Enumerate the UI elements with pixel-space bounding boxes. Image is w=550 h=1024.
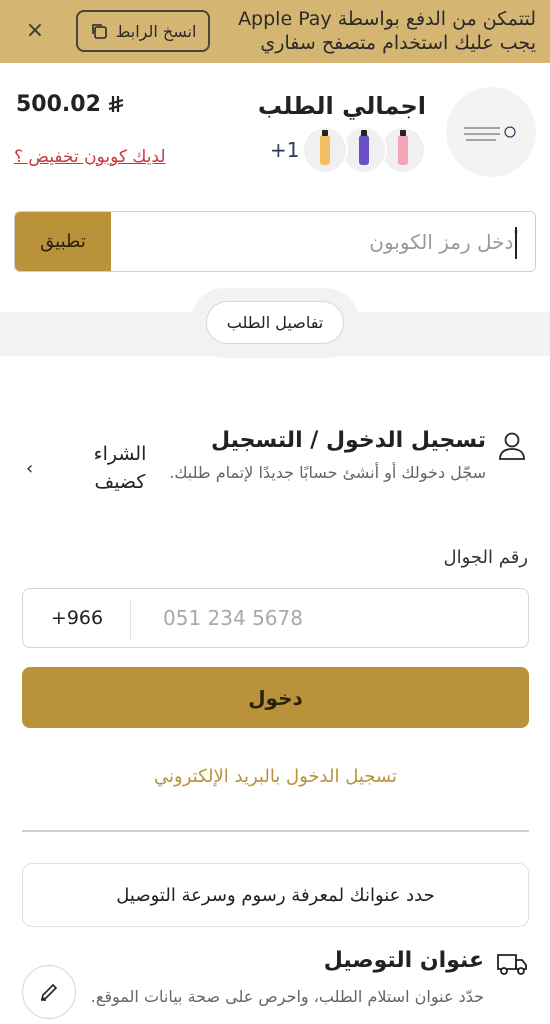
divider-line <box>22 830 529 832</box>
order-details-button[interactable]: تفاصيل الطلب <box>206 301 344 344</box>
coupon-input[interactable] <box>111 212 535 271</box>
guest-checkout-link[interactable]: الشراء كضيف <box>80 440 160 496</box>
perfume-bottle-icon <box>359 130 369 165</box>
login-description: سجّل دخولك أو أنشئ حسابًا جديدًا لإتمام … <box>169 463 486 482</box>
product-thumb <box>302 126 348 174</box>
more-items-count: +1 <box>270 138 300 162</box>
country-code-selector[interactable]: +966 <box>23 589 131 647</box>
phone-label: رقم الجوال <box>443 547 528 568</box>
coupon-toggle-link[interactable]: لديك كوبون تخفيض ؟ <box>14 147 166 167</box>
copy-link-button[interactable]: انسخ الرابط <box>76 10 210 52</box>
order-total-title: اجمالي الطلب <box>257 92 426 120</box>
store-logo <box>446 87 536 177</box>
delivery-title: عنوان التوصيل <box>323 948 484 973</box>
edit-address-button[interactable] <box>22 965 76 1019</box>
coupon-field: تطبيق <box>14 211 536 272</box>
email-login-link[interactable]: تسجيل الدخول بالبريد الإلكتروني <box>22 766 529 787</box>
field-separator <box>130 599 131 639</box>
phone-input[interactable] <box>163 589 518 647</box>
select-address-button[interactable]: حدد عنوانك لمعرفة رسوم وسرعة التوصيل <box>22 863 529 927</box>
riyal-currency-icon <box>108 95 124 112</box>
apple-pay-banner: × انسخ الرابط لتتمكن من الدفع بواسطة App… <box>0 0 550 63</box>
chevron-left-icon[interactable]: ‹ <box>26 458 33 479</box>
user-icon <box>499 432 525 460</box>
pencil-icon <box>40 983 58 1001</box>
product-thumbnails <box>302 126 426 176</box>
perfume-bottle-icon <box>398 130 408 165</box>
order-total-price: 500.02 <box>16 92 125 117</box>
banner-message: لتتمكن من الدفع بواسطة Apple Pay يجب علي… <box>238 8 536 54</box>
copy-icon <box>91 24 107 39</box>
login-title: تسجيل الدخول / التسجيل <box>210 428 486 453</box>
phone-field: +966 <box>22 588 529 648</box>
text-caret <box>515 227 517 259</box>
delivery-description: حدّد عنوان استلام الطلب، واحرص على صحة ب… <box>90 987 484 1006</box>
perfume-bottle-icon <box>320 130 330 165</box>
close-icon[interactable]: × <box>22 18 48 44</box>
copy-link-label: انسخ الرابط <box>115 21 197 41</box>
apply-coupon-button[interactable]: تطبيق <box>15 212 111 271</box>
brand-logo-icon <box>464 126 516 141</box>
price-value: 500.02 <box>16 92 101 117</box>
login-button[interactable]: دخول <box>22 667 529 728</box>
delivery-truck-icon <box>497 954 527 975</box>
